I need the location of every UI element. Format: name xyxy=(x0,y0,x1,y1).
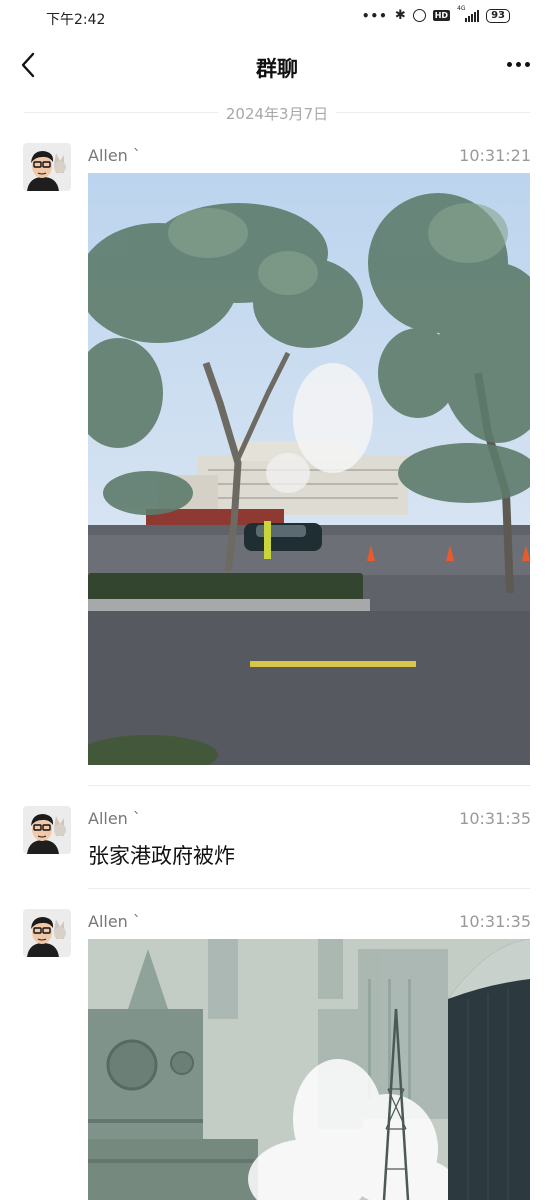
message-image[interactable] xyxy=(88,173,530,765)
street-photo xyxy=(88,173,530,765)
message-time: 10:31:35 xyxy=(459,912,531,931)
avatar[interactable] xyxy=(23,806,71,854)
message-text[interactable]: 张家港政府被炸 xyxy=(88,840,235,870)
avatar[interactable] xyxy=(23,909,71,957)
message-divider xyxy=(88,888,530,889)
date-label: 2024年3月7日 xyxy=(217,103,337,124)
city-smoke-photo xyxy=(88,939,530,1200)
sender-name: Allen ` xyxy=(88,809,141,828)
more-notifications-icon: ••• xyxy=(361,8,388,23)
sender-name: Allen ` xyxy=(88,912,141,931)
sender-name: Allen ` xyxy=(88,146,141,165)
chat-message: Allen ` 10:31:35 张家港政府被炸 xyxy=(0,806,554,890)
avatar[interactable] xyxy=(23,143,71,191)
cartoon-avatar-icon xyxy=(23,143,71,191)
status-time: 下午2:42 xyxy=(46,12,106,28)
message-time: 10:31:35 xyxy=(459,809,531,828)
cartoon-avatar-icon xyxy=(23,806,71,854)
chat-message: Allen ` 10:31:35 xyxy=(0,909,554,1200)
nav-bar: 群聊 xyxy=(0,36,554,96)
signal-icon: 4G xyxy=(457,5,480,22)
date-separator: 2024年3月7日 xyxy=(24,100,530,126)
page-title: 群聊 xyxy=(256,57,298,81)
cartoon-avatar-icon xyxy=(23,909,71,957)
message-image[interactable] xyxy=(88,939,530,1200)
status-icons: ••• ✱ HD 4G 93 xyxy=(361,5,510,23)
alarm-icon xyxy=(412,9,426,22)
more-dots-icon[interactable] xyxy=(507,62,530,67)
hd-icon: HD xyxy=(432,10,451,21)
message-time: 10:31:21 xyxy=(459,146,531,165)
network-type-label: 4G xyxy=(457,4,466,12)
status-bar: 下午2:42 ••• ✱ HD 4G 93 xyxy=(0,0,554,36)
chat-message: Allen ` 10:31:21 xyxy=(0,143,554,793)
bluetooth-icon: ✱ xyxy=(394,8,406,23)
message-divider xyxy=(88,785,530,786)
battery-icon: 93 xyxy=(486,8,510,23)
